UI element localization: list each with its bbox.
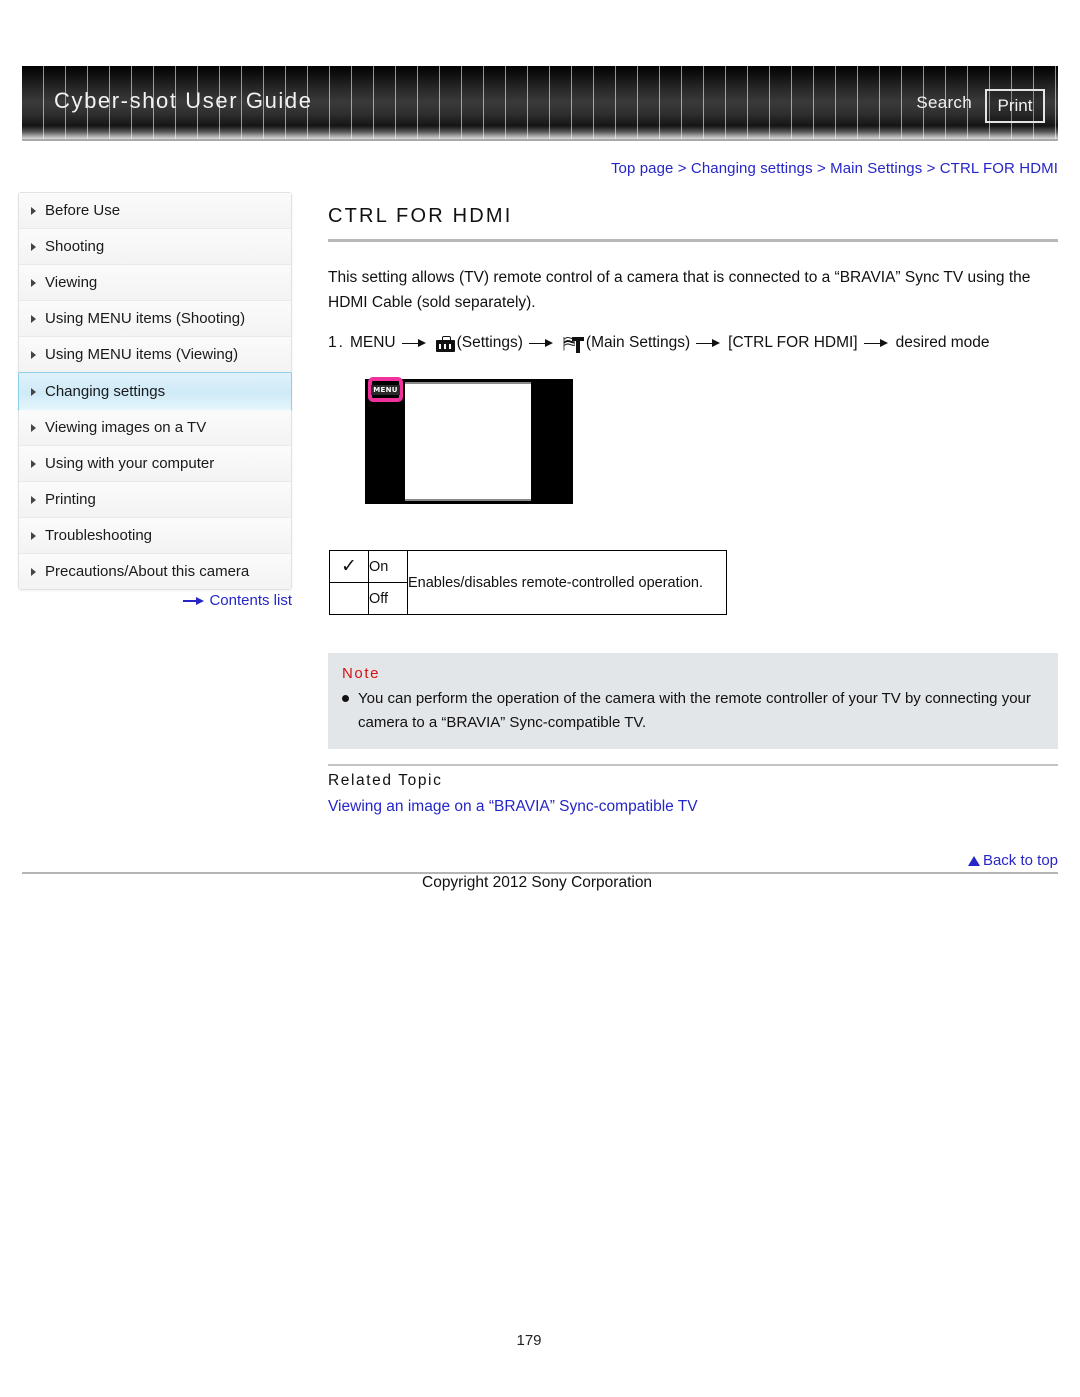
print-button[interactable]: Print [985,89,1045,123]
sidebar-item-changing-settings[interactable]: Changing settings [18,372,292,411]
sidebar-item-label: Viewing images on a TV [45,419,207,436]
sidebar-item-label: Printing [45,491,96,508]
arrow-right-icon [401,338,428,349]
chevron-right-icon [31,206,36,215]
related-topic-link[interactable]: Viewing an image on a “BRAVIA” Sync-comp… [328,798,698,816]
arrow-right-icon [183,596,205,606]
breadcrumb-item-main-settings[interactable]: Main Settings [830,160,922,177]
chevron-right-icon [31,387,36,396]
breadcrumb-item-changing-settings[interactable]: Changing settings [691,160,813,177]
breadcrumb-separator: > [926,160,936,177]
option-description: Enables/disables remote-controlled opera… [407,550,727,615]
arrow-right-icon [863,338,890,349]
back-to-top-label: Back to top [982,852,1058,869]
related-topic-divider [328,764,1058,766]
sidebar-item-shooting[interactable]: Shooting [19,229,291,265]
arrow-right-icon [528,338,555,349]
table-row: ✓ On Enables/disables remote-controlled … [329,550,727,615]
menu-button-label: MENU [371,384,400,395]
search-button[interactable]: Search [916,93,972,113]
contents-list-link[interactable]: Contents list [18,592,292,609]
chevron-right-icon [31,423,36,432]
step-main-settings-label: (Main Settings) [585,334,691,351]
sidebar-item-troubleshooting[interactable]: Troubleshooting [19,518,291,554]
app-title: Cyber-shot User Guide [54,88,313,113]
back-to-top-link[interactable]: Back to top [0,852,1058,869]
triangle-up-icon [967,856,980,866]
copyright-text: Copyright 2012 Sony Corporation [422,874,653,891]
sidebar-nav: Before Use Shooting Viewing Using MENU i… [18,192,292,590]
contents-list-label: Contents list [209,592,292,609]
wrench-hammer-main-settings-icon: ⛿ [563,335,584,354]
breadcrumb-item-top-page[interactable]: Top page [611,160,674,177]
sidebar-item-viewing[interactable]: Viewing [19,265,291,301]
sidebar-item-label: Changing settings [45,383,166,400]
breadcrumb-separator: > [677,160,687,177]
chevron-right-icon [31,350,36,359]
chevron-right-icon [31,278,36,287]
sidebar-item-using-menu-items-viewing[interactable]: Using MENU items (Viewing) [19,337,291,373]
menu-button-highlight: MENU [368,377,403,402]
breadcrumb-item-current: CTRL FOR HDMI [939,160,1058,177]
step-desired-mode-label: desired mode [895,334,990,351]
step-menu-label: MENU [349,334,396,351]
chevron-right-icon [31,314,36,323]
breadcrumb-separator: > [816,160,826,177]
options-table: ✓ On Enables/disables remote-controlled … [329,550,727,615]
title-divider [328,239,1058,242]
note-title: Note [342,665,381,682]
step-settings-label: (Settings) [456,334,523,351]
sidebar-item-label: Viewing [45,274,98,291]
breadcrumb: Top page > Changing settings > Main Sett… [0,160,1058,177]
sidebar-item-printing[interactable]: Printing [19,482,291,518]
header-banner: Cyber-shot User Guide Search Print [22,66,1058,139]
note-item-text: You can perform the operation of the cam… [358,690,1031,731]
chevron-right-icon [31,531,36,540]
bullet-icon [342,695,349,702]
sidebar-item-label: Using MENU items (Viewing) [45,346,239,363]
page-number: 179 [516,1332,542,1349]
note-item: You can perform the operation of the cam… [342,687,1044,735]
arrow-right-icon [696,338,722,349]
chevron-right-icon [31,242,36,251]
camera-lcd-illustration: MENU [365,377,573,504]
sidebar-item-label: Troubleshooting [45,527,153,544]
chevron-right-icon [31,459,36,468]
option-check-off [329,582,369,615]
lcd-screen-area [405,382,531,501]
option-label-off: Off [368,582,408,615]
checkmark-icon: ✓ [341,555,357,577]
chevron-right-icon [31,567,36,576]
step-ctrl-for-hdmi-label: [CTRL FOR HDMI] [728,334,858,351]
sidebar-item-label: Before Use [45,202,121,219]
step-instruction: 1. MENU (Settings) ⛿ (Main Settings) [CT… [328,331,1058,355]
chevron-right-icon [31,495,36,504]
header-underline [22,139,1058,141]
sidebar-item-before-use[interactable]: Before Use [19,193,291,229]
note-box: Note You can perform the operation of th… [328,653,1058,749]
sidebar-item-viewing-images-on-a-tv[interactable]: Viewing images on a TV [19,410,291,446]
intro-paragraph: This setting allows (TV) remote control … [328,269,1031,311]
page-title: CTRL FOR HDMI [328,205,513,227]
sidebar-item-using-menu-items-shooting[interactable]: Using MENU items (Shooting) [19,301,291,337]
sidebar-item-label: Using MENU items (Shooting) [45,310,246,327]
sidebar-item-label: Precautions/About this camera [45,563,250,580]
related-topic-heading: Related Topic [328,772,443,789]
step-number: 1. [328,334,345,351]
option-check-on: ✓ [329,550,369,583]
toolbox-settings-icon [435,336,455,352]
sidebar-item-precautions-about-this-camera[interactable]: Precautions/About this camera [19,554,291,589]
main-content: CTRL FOR HDMI This setting allows (TV) r… [328,192,1058,355]
sidebar-item-using-with-your-computer[interactable]: Using with your computer [19,446,291,482]
sidebar-item-label: Using with your computer [45,455,215,472]
option-label-on: On [368,550,408,583]
sidebar-item-label: Shooting [45,238,105,255]
